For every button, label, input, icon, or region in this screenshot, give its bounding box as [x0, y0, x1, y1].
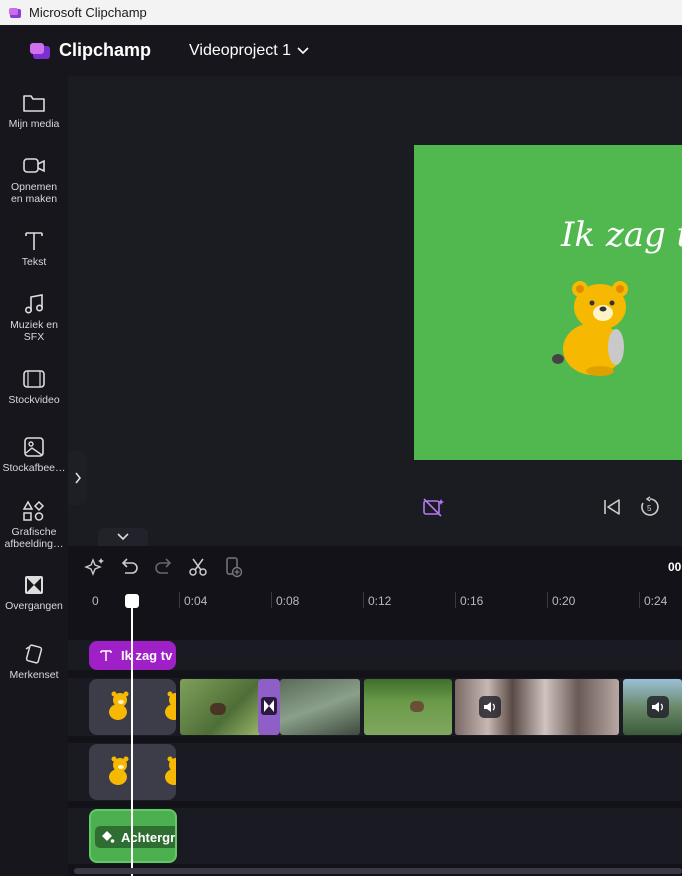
- sidebar-item-text[interactable]: Tekst: [0, 230, 68, 268]
- sidebar-item-label: Grafische afbeelding…: [4, 526, 64, 550]
- transition-marker[interactable]: [258, 679, 280, 735]
- speaker-icon: [652, 702, 663, 712]
- sidebar-item-brand-kit[interactable]: Merkenset: [0, 643, 68, 681]
- sidebar-item-label: Overgangen: [5, 600, 63, 612]
- folder-icon: [23, 95, 45, 112]
- ruler-tick: [547, 592, 548, 608]
- sidebar-item-label: Muziek en SFX: [10, 319, 58, 343]
- speaker-icon: [484, 702, 495, 712]
- undo-icon[interactable]: [118, 556, 140, 578]
- project-name-dropdown[interactable]: Videoproject 1: [189, 42, 309, 60]
- chevron-down-icon: [117, 533, 129, 541]
- ruler-label: 0:24: [644, 594, 668, 608]
- sidebar-item-graphics[interactable]: Grafische afbeelding…: [0, 500, 68, 550]
- sidebar-item-label: Merkenset: [9, 669, 59, 681]
- sidebar-item-stock-images[interactable]: Stockafbee…: [0, 436, 68, 474]
- chevron-down-icon: [297, 46, 309, 54]
- video-preview-canvas[interactable]: Ik zag tw: [414, 145, 682, 460]
- svg-text:5: 5: [647, 504, 652, 513]
- sidebar-item-music-sfx[interactable]: Muziek en SFX: [0, 293, 68, 343]
- chevron-right-icon: [74, 472, 81, 484]
- sidebar-item-label: Mijn media: [8, 118, 60, 130]
- rewind-5-seconds-icon[interactable]: 5: [639, 496, 661, 518]
- music-icon: [24, 294, 44, 314]
- scissors-icon[interactable]: [187, 556, 209, 578]
- ruler-label: 0: [92, 594, 99, 608]
- camera-off-sparkle-icon[interactable]: [422, 496, 446, 518]
- bear-thumbnail: [165, 756, 176, 785]
- ruler-tick: [179, 592, 180, 608]
- project-name: Videoproject 1: [189, 41, 292, 59]
- video-clip-landscape[interactable]: [623, 679, 682, 735]
- brand-name: Clipchamp: [59, 40, 152, 60]
- timecode-display: 00: [668, 560, 682, 574]
- app-header: Clipchamp Videoproject 1: [0, 25, 682, 76]
- sidebar-item-my-media[interactable]: Mijn media: [0, 92, 68, 130]
- playhead[interactable]: [131, 596, 133, 876]
- ruler-label: 0:04: [184, 594, 208, 608]
- audio-badge: [647, 696, 669, 718]
- sidebar-item-stock-video[interactable]: Stockvideo: [0, 368, 68, 406]
- video-clip-bear-rocks[interactable]: [280, 679, 360, 735]
- ruler-tick: [639, 592, 640, 608]
- sidebar-item-record-create[interactable]: Opnemen en maken: [0, 155, 68, 205]
- ruler-label: 0:12: [368, 594, 392, 608]
- sidebar-collapse-button[interactable]: [68, 451, 87, 505]
- sidebar-item-label: Opnemen en maken: [10, 181, 58, 205]
- camera-icon: [23, 158, 45, 173]
- sidebar-item-transitions[interactable]: Overgangen: [0, 574, 68, 612]
- clipchamp-logo-icon: [9, 7, 21, 18]
- redo-icon[interactable]: [153, 556, 175, 578]
- clipchamp-logo-icon: [30, 42, 50, 59]
- sidebar-item-label: Tekst: [21, 256, 47, 268]
- window-title: Microsoft Clipchamp: [29, 5, 147, 20]
- ruler-label: 0:20: [552, 594, 576, 608]
- ruler-label: 0:16: [460, 594, 484, 608]
- ruler-label: 0:08: [276, 594, 300, 608]
- playhead-handle[interactable]: [125, 594, 139, 608]
- ruler-tick: [363, 592, 364, 608]
- sidebar-item-label: Stockvideo: [8, 394, 60, 406]
- skip-back-icon[interactable]: [602, 497, 622, 517]
- timeline-scrollbar[interactable]: [74, 868, 682, 874]
- bear-thumbnail: [165, 691, 176, 720]
- bear-sticker: [552, 281, 628, 376]
- animal-shape: [410, 701, 424, 712]
- window-title-bar: Microsoft Clipchamp: [0, 0, 682, 25]
- ruler-tick: [271, 592, 272, 608]
- video-clip-bear-grass[interactable]: [180, 679, 262, 735]
- text-icon: [25, 232, 43, 250]
- bear-thumbnail: [109, 691, 129, 720]
- background-clip-label: Achtergr: [121, 829, 176, 845]
- text-clip-label: Ik zag tv: [121, 648, 173, 663]
- text-icon: [100, 649, 112, 661]
- sidebar-item-label: Stockafbee…: [2, 462, 66, 474]
- preview-text: Ik zag tw: [561, 215, 682, 255]
- background-clip[interactable]: Achtergr: [89, 809, 177, 863]
- film-icon: [23, 370, 45, 388]
- add-to-timeline-icon[interactable]: [223, 556, 245, 578]
- transition-icon: [261, 697, 277, 715]
- background-clip-chip: Achtergr: [95, 826, 176, 848]
- animal-shape: [210, 703, 226, 715]
- image-icon: [24, 437, 44, 457]
- magic-sparkle-icon[interactable]: [84, 556, 106, 578]
- video-clip-forest[interactable]: [455, 679, 619, 735]
- ruler-tick: [455, 592, 456, 608]
- paint-bucket-icon: [102, 831, 115, 843]
- transition-icon: [25, 576, 43, 594]
- brand-kit-icon: [25, 644, 43, 664]
- shapes-icon: [22, 500, 45, 521]
- bear-thumbnail: [109, 756, 129, 785]
- video-clip-bear-field[interactable]: [364, 679, 452, 735]
- timeline-collapse-button[interactable]: [98, 528, 148, 546]
- audio-badge: [479, 696, 501, 718]
